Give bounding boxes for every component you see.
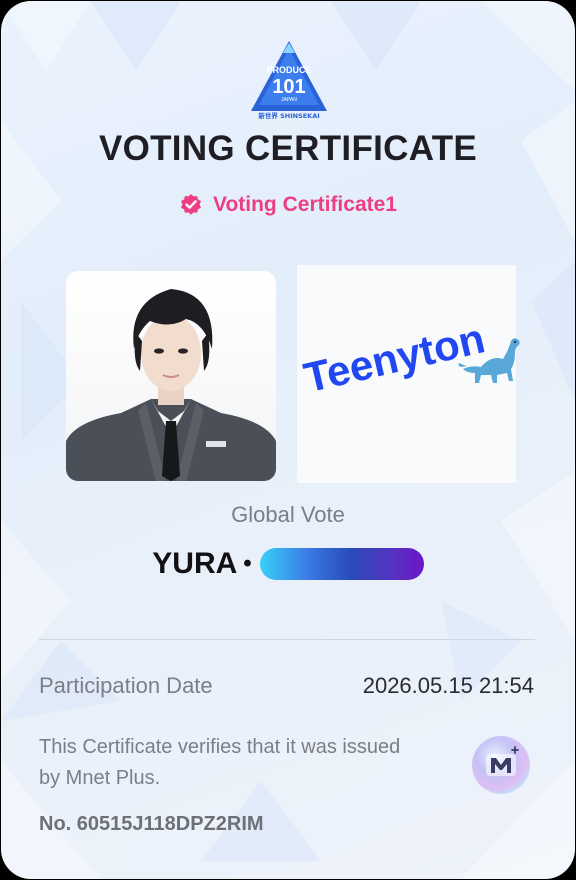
candidate-name: YURA [152, 547, 238, 580]
certificate-title: VOTING CERTIFICATE [98, 129, 478, 168]
mnet-plus-logo-icon [472, 736, 530, 794]
badge-label: Voting Certificate1 [213, 193, 397, 216]
logo-brand-sub: JAPAN [281, 97, 297, 103]
logo-brand-top: PRODUCE [266, 65, 311, 75]
redacted-voter-bar [259, 548, 424, 580]
candidate-row: YURA • [1, 545, 575, 583]
verification-text: This Certificate verifies that it was is… [39, 736, 401, 789]
logo-brand-number: 101 [272, 76, 305, 98]
dinosaur-icon [458, 338, 520, 383]
voting-certificate-card: PRODUCE 101 JAPAN 新世界 SHINSEKAI VOTING C… [1, 1, 575, 879]
produce-101-japan-logo: PRODUCE 101 JAPAN 新世界 SHINSEKAI [251, 41, 327, 119]
verified-badge-icon [181, 194, 201, 215]
section-divider [39, 639, 535, 640]
logo-tagline: 新世界 SHINSEKAI [258, 111, 319, 119]
participation-date-value: 2026.05.15 21:54 [362, 673, 534, 698]
separator-dot: • [243, 550, 252, 577]
fan-message-image: Teenyton [297, 265, 520, 483]
vote-type-label: Global Vote [231, 502, 345, 527]
certificate-number: No. 60515J118DPZ2RIM [39, 813, 264, 835]
certificate-badge: Voting Certificate1 [1, 190, 575, 220]
participation-date-label: Participation Date [39, 673, 213, 698]
contestant-photo [66, 271, 276, 481]
contestant-portrait-image [66, 289, 276, 481]
